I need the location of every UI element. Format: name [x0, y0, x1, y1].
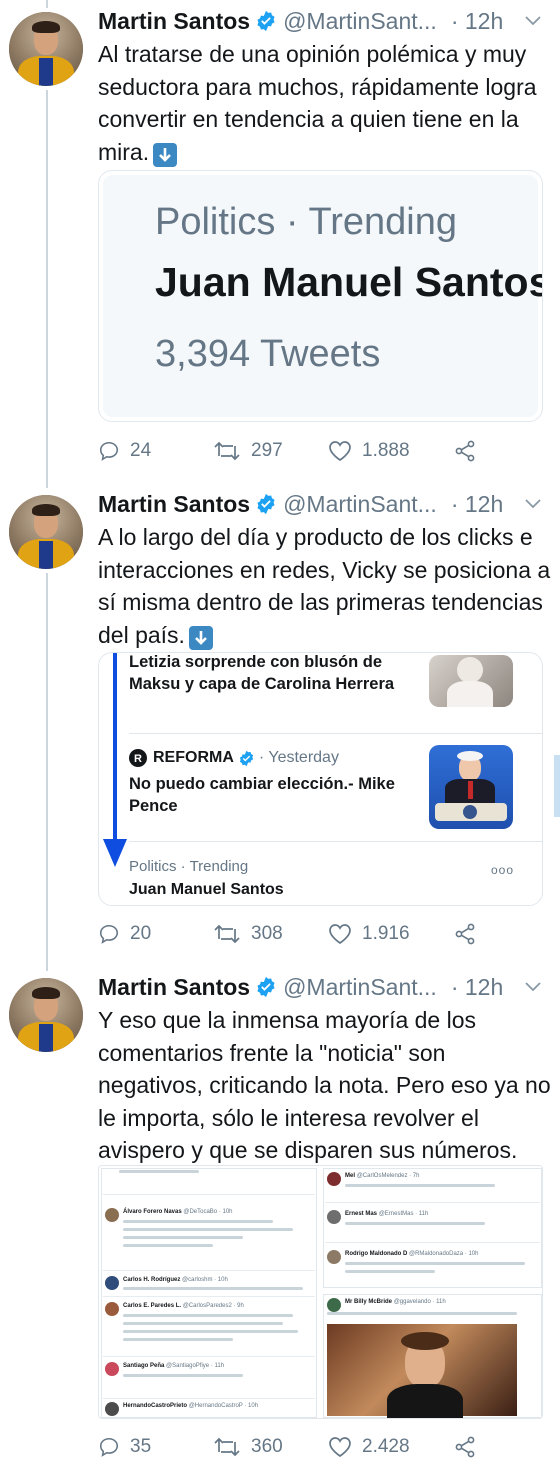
reply-author: Mr Billy McBride [345, 1299, 393, 1305]
author-name[interactable]: Martin Santos [98, 8, 250, 35]
reply-author: Carlos E. Paredes L. [123, 1303, 182, 1309]
reply-author: Carlos H. Rodríguez [123, 1277, 181, 1283]
tweet-text: A lo largo del día y producto de los cli… [98, 524, 551, 650]
news-headline: No puedo cambiar elección.- Mike Pence [129, 775, 395, 815]
reply-button[interactable]: 35 [98, 1436, 213, 1458]
reply-button[interactable]: 20 [98, 923, 213, 945]
tweet-actions: 20 308 1.916 [98, 919, 538, 949]
retweet-button[interactable]: 360 [213, 1436, 328, 1458]
trend-topic: Juan Manuel Santos [155, 259, 543, 305]
reply-icon [99, 1437, 119, 1457]
tweet-timestamp[interactable]: · 12h [451, 491, 503, 518]
news-thumbnail [429, 655, 513, 707]
reply-author: Mel [345, 1173, 356, 1179]
replies-collage-image[interactable]: Álvaro Forero Navas @DeTocaBo · 10h Carl… [98, 1165, 543, 1419]
tweet-actions: 24 297 1.888 [98, 436, 538, 466]
reply-icon [99, 924, 119, 944]
verified-badge-icon [239, 750, 253, 766]
news-source: R REFORMA · Yesterday [129, 749, 339, 767]
verified-badge-icon [255, 493, 277, 515]
retweet-icon [214, 441, 240, 461]
tweet-timestamp[interactable]: · 12h [451, 8, 503, 35]
retweet-button[interactable]: 297 [213, 440, 328, 462]
arrow-down-icon [153, 142, 178, 167]
share-icon [455, 440, 475, 462]
tweet-text: Al tratarse de una opinión polémica y mu… [98, 41, 537, 167]
trend-topic: Juan Manuel Santos [129, 881, 284, 898]
retweet-count: 360 [251, 1436, 283, 1457]
trending-card[interactable]: Politics · Trending Juan Manuel Santos 3… [98, 170, 543, 422]
reply-count: 35 [130, 1436, 152, 1457]
chevron-down-icon[interactable] [523, 14, 543, 28]
tweet[interactable]: Martin Santos @MartinSant... · 12h Al tr… [0, 0, 560, 480]
like-button[interactable]: 1.888 [328, 440, 453, 462]
like-count: 2.428 [362, 1436, 410, 1457]
author-handle[interactable]: @MartinSant... [283, 491, 437, 518]
author-handle[interactable]: @MartinSant... [283, 974, 437, 1001]
retweet-count: 297 [251, 440, 283, 461]
reforma-logo-icon: R [129, 749, 147, 767]
reply-author: HernandoCastroPrieto [123, 1403, 188, 1409]
like-count: 1.888 [362, 440, 410, 461]
news-source-name: REFORMA [153, 749, 234, 766]
heart-icon [329, 441, 351, 462]
author-name[interactable]: Martin Santos [98, 491, 250, 518]
retweet-icon [214, 924, 240, 944]
heart-icon [329, 1437, 351, 1458]
reply-gif-image [327, 1324, 517, 1418]
reply-icon [99, 441, 119, 461]
author-handle[interactable]: @MartinSant... [283, 8, 437, 35]
share-icon [455, 1436, 475, 1458]
share-button[interactable] [453, 1435, 487, 1459]
arrow-down-icon [188, 625, 213, 650]
reply-count: 24 [130, 440, 152, 461]
news-headline: Letizia sorprende con blusón de Maksu y … [129, 653, 395, 693]
news-time: · Yesterday [258, 749, 339, 766]
reply-count: 20 [130, 923, 152, 944]
like-button[interactable]: 2.428 [328, 1436, 453, 1458]
news-thumbnail [429, 745, 513, 829]
reply-author: Rodrigo Maldonado D [345, 1251, 408, 1257]
heart-icon [329, 924, 351, 945]
chevron-down-icon[interactable] [523, 980, 543, 994]
annotation-arrow [103, 653, 127, 867]
more-options-icon[interactable]: ooo [491, 863, 514, 877]
avatar[interactable] [9, 495, 83, 569]
news-screenshot-card[interactable]: Letizia sorprende con blusón de Maksu y … [98, 652, 543, 906]
share-button[interactable] [453, 439, 487, 463]
svg-text:R: R [134, 753, 142, 765]
share-icon [455, 923, 475, 945]
avatar[interactable] [9, 978, 83, 1052]
trend-category: Politics · Trending [155, 201, 458, 243]
author-name[interactable]: Martin Santos [98, 974, 250, 1001]
scroll-indicator[interactable] [554, 755, 560, 817]
trend-tweet-count: 3,394 Tweets [155, 333, 381, 375]
like-button[interactable]: 1.916 [328, 923, 453, 945]
tweet-timestamp[interactable]: · 12h [451, 974, 503, 1001]
reply-author: Ernest Mas [345, 1211, 378, 1217]
tweet-actions: 35 360 2.428 [98, 1432, 538, 1462]
verified-badge-icon [255, 10, 277, 32]
like-count: 1.916 [362, 923, 410, 944]
tweet-text: Y eso que la inmensa mayoría de los come… [98, 1007, 551, 1163]
trend-category: Politics · Trending [129, 858, 249, 875]
chevron-down-icon[interactable] [523, 497, 543, 511]
reply-button[interactable]: 24 [98, 440, 213, 462]
retweet-count: 308 [251, 923, 283, 944]
reply-author: Santiago Peña [123, 1363, 165, 1369]
retweet-icon [214, 1437, 240, 1457]
reply-author: Álvaro Forero Navas [123, 1209, 182, 1215]
verified-badge-icon [255, 976, 277, 998]
retweet-button[interactable]: 308 [213, 923, 328, 945]
avatar[interactable] [9, 12, 83, 86]
share-button[interactable] [453, 922, 487, 946]
